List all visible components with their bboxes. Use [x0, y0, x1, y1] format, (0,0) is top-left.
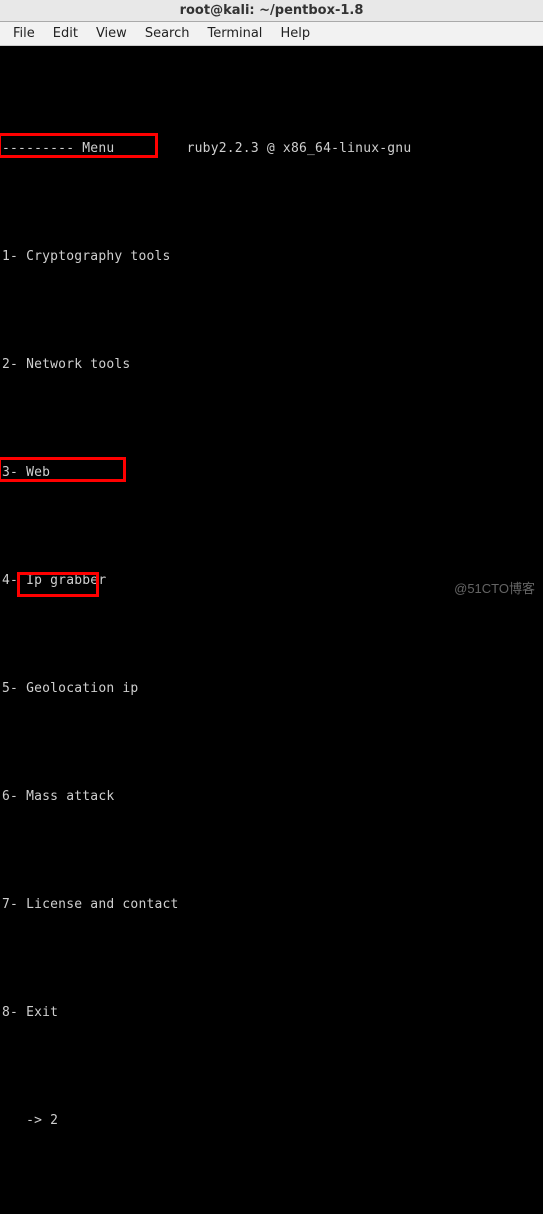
main-menu-item: 6- Mass attack	[0, 788, 543, 806]
menu-file[interactable]: File	[4, 26, 44, 41]
main-menu-item: 2- Network tools	[0, 356, 543, 374]
menu-header-line: --------- Menu ruby2.2.3 @ x86_64-linux-…	[0, 140, 543, 158]
terminal-area[interactable]: --------- Menu ruby2.2.3 @ x86_64-linux-…	[0, 46, 543, 1214]
menu-edit[interactable]: Edit	[44, 26, 87, 41]
main-menu-item: 7- License and contact	[0, 896, 543, 914]
main-menu-item: 1- Cryptography tools	[0, 248, 543, 266]
window-titlebar: root@kali: ~/pentbox-1.8	[0, 0, 543, 22]
prompt-line-1: -> 2	[0, 1112, 543, 1130]
menu-search[interactable]: Search	[136, 26, 199, 41]
watermark: @51CTO博客	[454, 578, 535, 597]
menu-terminal[interactable]: Terminal	[198, 26, 271, 41]
main-menu-item: 5- Geolocation ip	[0, 680, 543, 698]
window-title: root@kali: ~/pentbox-1.8	[180, 3, 364, 18]
menu-help[interactable]: Help	[271, 26, 319, 41]
main-menu-item: 3- Web	[0, 464, 543, 482]
menubar: File Edit View Search Terminal Help	[0, 22, 543, 46]
main-menu-item: 8- Exit	[0, 1004, 543, 1022]
menu-view[interactable]: View	[87, 26, 136, 41]
